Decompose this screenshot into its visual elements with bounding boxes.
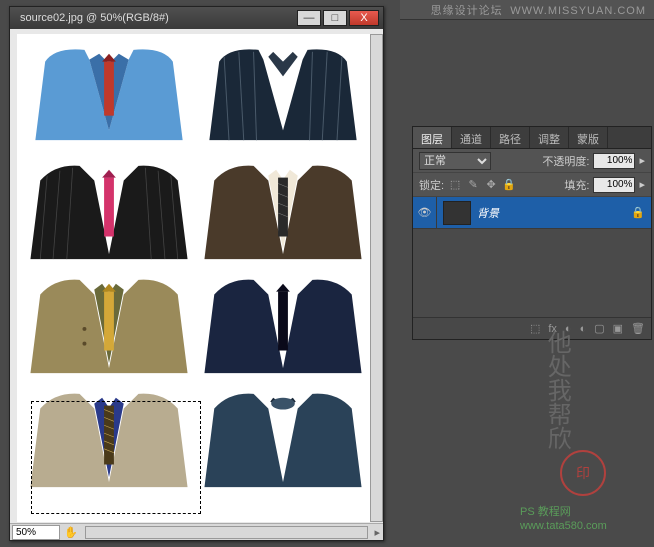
new-layer-icon[interactable]: ▣ (613, 322, 623, 335)
visibility-icon[interactable]: 👁 (413, 197, 437, 229)
lock-transparent-icon[interactable]: ⬚ (448, 178, 462, 192)
lock-all-icon[interactable]: 🔒 (502, 178, 516, 192)
suit-image (199, 42, 367, 150)
suit-image (25, 384, 193, 492)
workspace: source02.jpg @ 50%(RGB/8#) — □ X (0, 0, 400, 547)
statusbar: ✋ ▸ (10, 523, 383, 540)
document-window: source02.jpg @ 50%(RGB/8#) — □ X (9, 6, 384, 541)
fill-input[interactable] (593, 177, 635, 193)
canvas[interactable] (17, 34, 375, 522)
stamp-watermark: 印 (560, 450, 606, 496)
hand-icon[interactable]: ✋ (60, 526, 82, 539)
scroll-arrow-icon[interactable]: ▸ (371, 526, 383, 539)
blend-mode-select[interactable]: 正常 (419, 152, 491, 170)
watermark-text: 思缘设计论坛 WWW.MISSYUAN.COM (431, 2, 646, 18)
document-titlebar[interactable]: source02.jpg @ 50%(RGB/8#) — □ X (10, 7, 383, 29)
adjustment-icon[interactable]: ◐ (580, 323, 587, 335)
window-buttons: — □ X (297, 10, 379, 26)
lock-icons: ⬚ ✎ ✥ 🔒 (448, 178, 516, 192)
layers-panel: 图层 通道 路径 调整 蒙版 正常 不透明度: ▸ 锁定: ⬚ ✎ ✥ 🔒 填充… (412, 126, 652, 340)
calligraphy-watermark: 他处我帮欣 (540, 330, 571, 450)
document-title: source02.jpg @ 50%(RGB/8#) (14, 12, 297, 24)
layer-thumbnail[interactable] (443, 201, 471, 225)
minimize-button[interactable]: — (297, 10, 321, 26)
zoom-input[interactable] (12, 525, 60, 540)
blend-opacity-row: 正常 不透明度: ▸ (413, 149, 651, 173)
layer-name[interactable]: 背景 (477, 205, 631, 221)
tab-paths[interactable]: 路径 (491, 127, 530, 148)
dropdown-icon[interactable]: ▸ (639, 178, 645, 191)
maximize-button[interactable]: □ (323, 10, 347, 26)
opacity-label: 不透明度: (542, 153, 589, 169)
link-layers-icon[interactable]: ⬚ (530, 322, 540, 335)
suit-image (25, 42, 193, 150)
lock-icon: 🔒 (631, 206, 651, 219)
scrollbar-vertical[interactable] (370, 34, 383, 522)
suit-image (25, 156, 193, 264)
tab-masks[interactable]: 蒙版 (569, 127, 608, 148)
tab-adjustments[interactable]: 调整 (530, 127, 569, 148)
lock-fill-row: 锁定: ⬚ ✎ ✥ 🔒 填充: ▸ (413, 173, 651, 197)
suit-image (25, 270, 193, 378)
dropdown-icon[interactable]: ▸ (639, 154, 645, 167)
panel-tabs: 图层 通道 路径 调整 蒙版 (413, 127, 651, 149)
lock-position-icon[interactable]: ✥ (484, 178, 498, 192)
suit-grid (17, 34, 375, 500)
lock-pixels-icon[interactable]: ✎ (466, 178, 480, 192)
trash-icon[interactable]: 🗑 (631, 322, 645, 335)
lock-label: 锁定: (419, 177, 444, 193)
layer-list: 👁 背景 🔒 (413, 197, 651, 317)
suit-image (199, 384, 367, 492)
suit-image (199, 156, 367, 264)
site-watermark: PS 教程网 www.tata580.com (520, 505, 607, 534)
suit-image (199, 270, 367, 378)
panel-footer: ⬚ fx ◐ ◐ ▢ ▣ 🗑 (413, 317, 651, 339)
scrollbar-horizontal[interactable] (85, 526, 369, 539)
opacity-input[interactable] (593, 153, 635, 169)
layer-item-background[interactable]: 👁 背景 🔒 (413, 197, 651, 229)
fill-label: 填充: (564, 177, 589, 193)
close-button[interactable]: X (349, 10, 379, 26)
folder-icon[interactable]: ▢ (594, 322, 604, 335)
tab-layers[interactable]: 图层 (413, 127, 452, 148)
tab-channels[interactable]: 通道 (452, 127, 491, 148)
